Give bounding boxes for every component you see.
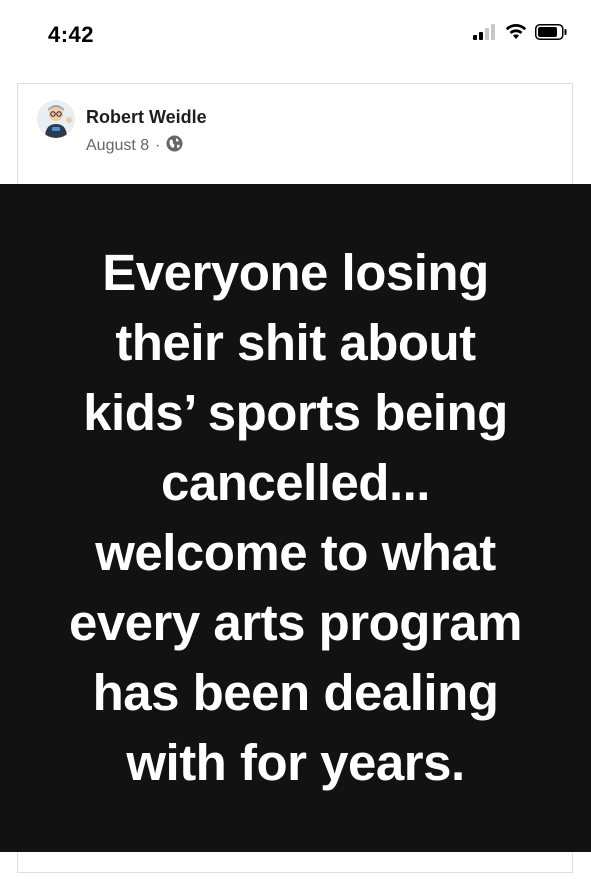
battery-icon: [535, 24, 567, 45]
post-image-text: Everyone losing their shit about kids’ s…: [68, 244, 523, 791]
status-bar: 4:42: [0, 0, 591, 70]
author-avatar[interactable]: [37, 100, 75, 138]
status-icons: [473, 24, 567, 45]
author-name[interactable]: Robert Weidle: [86, 107, 207, 128]
post-image[interactable]: Everyone losing their shit about kids’ s…: [0, 184, 591, 852]
status-time: 4:42: [48, 22, 95, 47]
post-meta: August 8 ·: [86, 135, 183, 157]
meta-separator: ·: [155, 137, 161, 154]
signal-icon: [473, 24, 497, 45]
wifi-icon: [505, 24, 527, 45]
globe-icon[interactable]: [166, 135, 183, 157]
post-date[interactable]: August 8: [86, 137, 149, 155]
